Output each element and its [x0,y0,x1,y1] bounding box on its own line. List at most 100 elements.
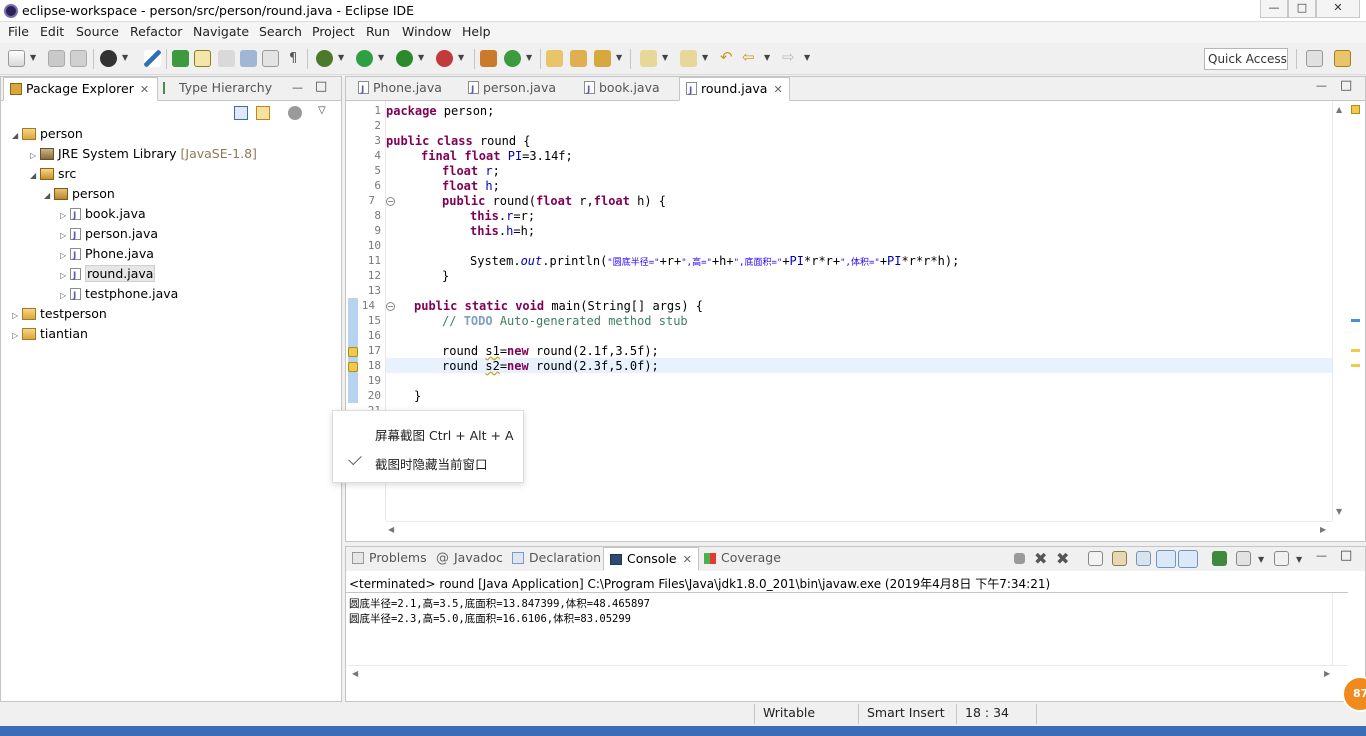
collapse-all-icon[interactable] [234,106,248,120]
fold-collapse-icon[interactable]: − [386,302,395,311]
save-icon[interactable] [48,50,65,67]
tab-phone-java[interactable]: Phone.java [352,77,448,101]
close-tab-icon[interactable]: ✕ [773,83,782,96]
coverage-icon[interactable] [396,50,413,67]
collapse-icon[interactable]: ▷ [60,227,70,245]
warnings-summary-icon[interactable] [1351,105,1360,114]
collapse-icon[interactable]: ▷ [60,247,70,265]
minimize-editor-icon[interactable]: — [1316,79,1327,92]
last-edit-location-icon[interactable]: ↶ [720,48,733,66]
display-console-icon[interactable] [1236,551,1251,566]
previous-annotation-icon[interactable] [680,50,697,67]
scroll-right-icon[interactable]: ▶ [1320,525,1326,534]
collapse-icon[interactable]: ▷ [60,287,70,305]
next-annotation-dropdown-icon[interactable]: ▼ [662,53,668,62]
expand-icon[interactable]: ◢ [30,167,40,185]
scroll-left-icon[interactable]: ◀ [352,669,358,678]
word-wrap-icon[interactable] [240,50,257,67]
display-console-dropdown-icon[interactable]: ▼ [1258,555,1264,564]
maximize-editor-icon[interactable]: □ [1340,78,1352,93]
profile-dropdown-icon[interactable]: ▼ [122,53,128,62]
back-icon[interactable]: ⇦ [742,48,755,66]
clear-console-icon[interactable] [1088,551,1103,566]
menu-navigate[interactable]: Navigate [193,24,249,39]
link-with-editor-icon[interactable] [256,106,270,120]
quick-access-input[interactable]: Quick Access [1204,48,1288,70]
back-dropdown-icon[interactable]: ▼ [764,53,770,62]
maximize-panel-icon[interactable]: □ [315,79,327,94]
show-on-stderr-icon[interactable] [1178,550,1198,568]
close-button[interactable]: ✕ [1316,0,1360,18]
tree-item-person-package[interactable]: ◢ person [44,185,115,203]
console-horizontal-scrollbar[interactable]: ◀ ▶ [346,665,1348,682]
toggle-mark-occurrences-icon[interactable] [194,50,211,67]
external-tools-dropdown-icon[interactable]: ▼ [458,53,464,62]
editor-horizontal-scrollbar[interactable]: ◀ ▶ [386,521,1332,538]
tab-declaration[interactable]: Declaration [508,547,605,571]
view-menu-icon[interactable]: ▽ [318,105,326,116]
scroll-left-icon[interactable]: ◀ [388,525,394,534]
tree-item-jre-library[interactable]: ▷ JRE System Library [JavaSE-1.8] [30,145,257,163]
java-perspective-icon[interactable] [1334,50,1351,67]
run-icon[interactable] [356,50,373,67]
scroll-down-icon[interactable]: ▼ [1336,507,1342,516]
menu-file[interactable]: File [8,24,29,39]
console-output[interactable]: 圆底半径=2.1,高=3.5,底面积=13.847399,体积=48.46589… [346,592,1348,682]
profile-icon[interactable] [100,50,117,67]
tab-console[interactable]: Console ✕ [603,547,699,571]
tree-item-testphone-java[interactable]: ▷testphone.java [60,285,178,305]
menu-refactor[interactable]: Refactor [130,24,182,39]
pin-console-icon[interactable] [1212,551,1227,566]
tree-item-src[interactable]: ◢ src [30,165,76,183]
maximize-button[interactable]: □ [1288,0,1316,18]
close-tab-icon[interactable]: ✕ [140,83,149,96]
close-tab-icon[interactable]: ✕ [683,553,692,566]
menu-project[interactable]: Project [312,24,355,39]
task-marker[interactable] [1351,319,1360,322]
tab-coverage[interactable]: Coverage [700,547,785,571]
tree-item-person-java[interactable]: ▷person.java [60,225,158,245]
tree-item-book-java[interactable]: ▷book.java [60,205,146,225]
forward-dropdown-icon[interactable]: ▼ [804,53,810,62]
tab-problems[interactable]: Problems [348,547,431,571]
menu-window[interactable]: Window [402,24,451,39]
search-dropdown-icon[interactable]: ▼ [616,53,622,62]
minimize-button[interactable]: — [1260,0,1288,18]
external-tools-icon[interactable] [436,50,453,67]
tab-type-hierarchy[interactable]: Type Hierarchy [157,77,278,101]
open-type-icon[interactable] [172,50,189,67]
new-icon[interactable] [8,50,25,67]
tab-round-java[interactable]: round.java ✕ [679,77,790,102]
console-vertical-scrollbar[interactable] [1332,593,1348,665]
menu-help[interactable]: Help [462,24,491,39]
expand-icon[interactable]: ◢ [44,187,54,205]
tree-item-tiantian[interactable]: ▷ tiantian [12,325,88,343]
new-class-dropdown-icon[interactable]: ▼ [526,53,532,62]
editor-vertical-scrollbar[interactable]: ▲ ▼ [1332,101,1348,521]
new-dropdown-icon[interactable]: ▼ [30,53,36,62]
search-icon[interactable] [594,50,611,67]
save-all-icon[interactable] [70,50,87,67]
open-perspective-icon[interactable] [1306,50,1323,67]
open-task-icon[interactable] [570,50,587,67]
show-on-stdout-icon[interactable] [1156,550,1176,568]
expand-icon[interactable]: ◢ [12,127,22,145]
tab-book-java[interactable]: book.java [578,77,666,101]
minimize-panel-icon[interactable]: — [292,81,303,94]
next-annotation-icon[interactable] [640,50,657,67]
tree-item-testperson[interactable]: ▷ testperson [12,305,107,323]
toggle-block-selection-icon[interactable] [218,50,235,67]
focus-on-workset-icon[interactable] [288,106,302,120]
scroll-up-icon[interactable]: ▲ [1336,105,1342,114]
collapse-icon[interactable]: ▷ [12,307,22,325]
tree-item-person-project[interactable]: ◢ person [12,125,83,143]
tab-person-java[interactable]: person.java [462,77,562,101]
open-folder-icon[interactable] [546,50,563,67]
menu-source[interactable]: Source [76,24,119,39]
previous-annotation-dropdown-icon[interactable]: ▼ [702,53,708,62]
menu-edit[interactable]: Edit [40,24,64,39]
new-class-icon[interactable] [504,50,521,67]
new-java-project-icon[interactable] [480,50,497,67]
minimize-console-icon[interactable]: — [1316,549,1327,562]
word-wrap-console-icon[interactable] [1136,551,1151,566]
